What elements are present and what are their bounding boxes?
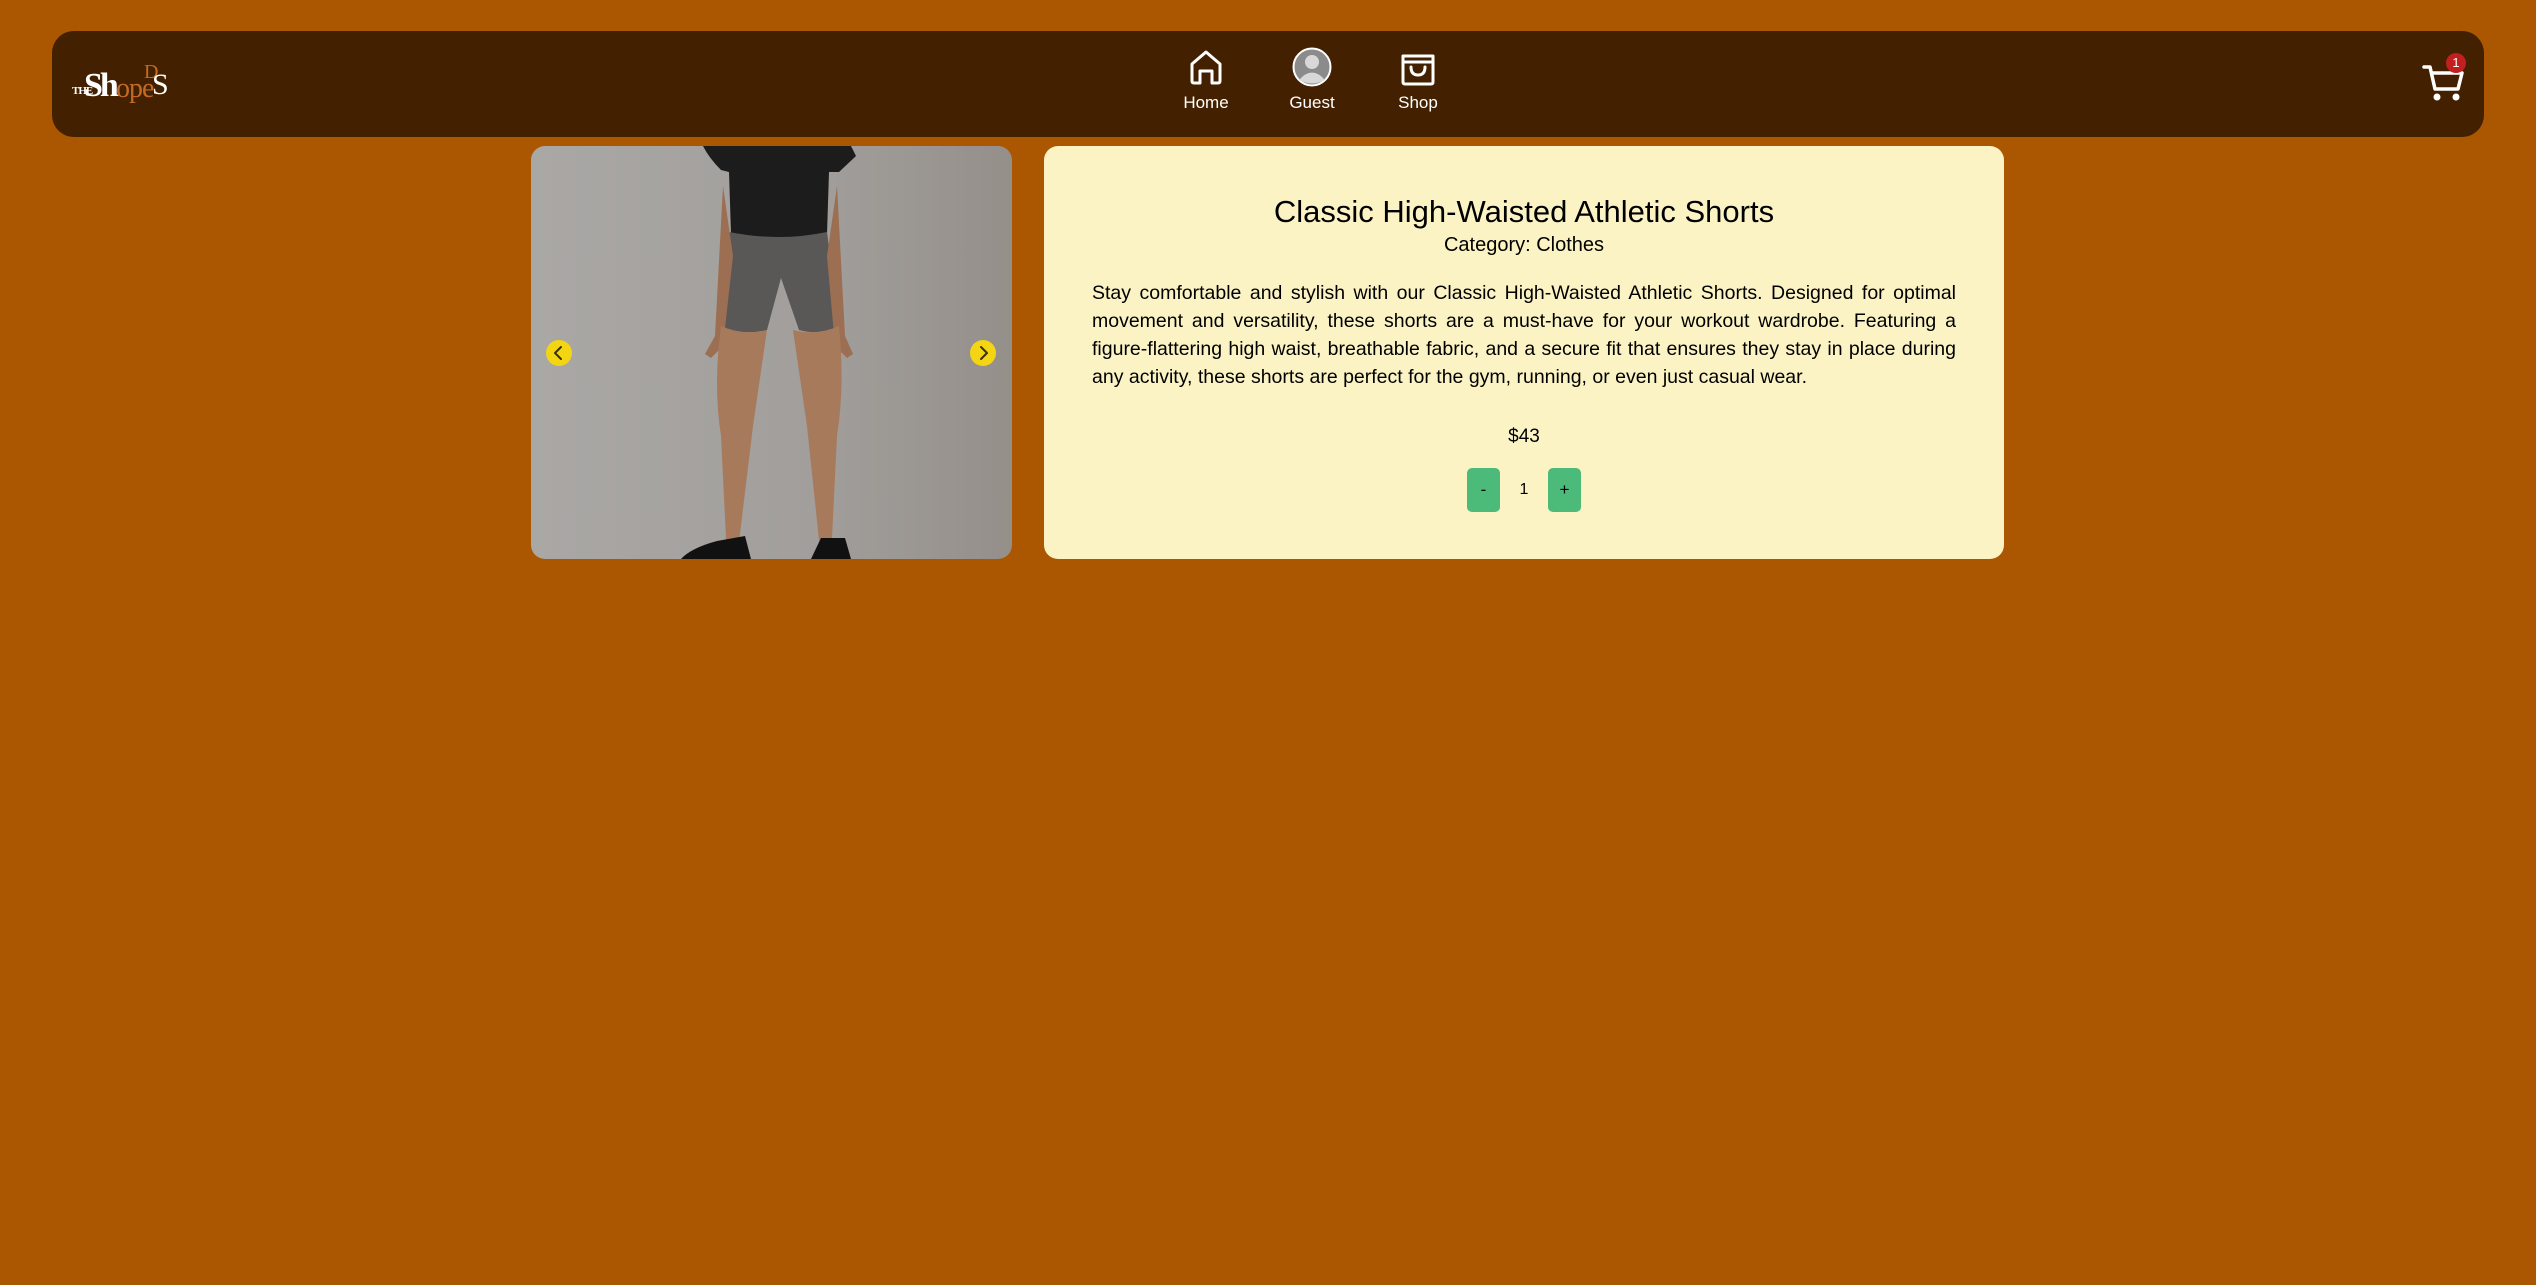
chevron-left-icon [554,346,562,360]
nav-guest[interactable]: Guest [1272,47,1352,127]
site-logo[interactable]: THE Sh ope D S [72,61,172,107]
product-photo [681,146,856,559]
home-icon [1190,50,1222,85]
increase-quantity-button[interactable]: + [1548,468,1581,512]
nav-shop-label: Shop [1398,93,1438,112]
navbar: THE Sh ope D S Home Guest Shop 1 [52,31,2484,137]
nav-links: Home Guest Shop [1166,47,1486,127]
nav-shop[interactable]: Shop [1378,47,1458,127]
nav-guest-label: Guest [1289,93,1335,112]
user-avatar-icon [1292,47,1332,87]
cart-count-badge: 1 [2446,53,2466,73]
product-title: Classic High-Waisted Athletic Shorts [1273,194,1775,229]
product-details-card: Classic High-Waisted Athletic Shorts Cat… [1044,146,2004,559]
product-image-carousel [531,146,1012,559]
product-category: Category: Clothes [1443,234,1605,256]
product-description: Stay comfortable and stylish with our Cl… [1092,282,1956,388]
quantity-stepper: - 1 + [1467,468,1581,512]
chevron-right-icon [980,346,988,360]
product-price: $43 [1508,426,1540,447]
shopping-bag-icon [1401,54,1435,86]
cart-button[interactable]: 1 [2422,53,2468,103]
carousel-next-button[interactable] [970,340,996,366]
nav-home-label: Home [1183,93,1229,112]
nav-home[interactable]: Home [1166,47,1246,127]
carousel-prev-button[interactable] [546,340,572,366]
decrease-quantity-button[interactable]: - [1467,468,1500,512]
quantity-value: 1 [1519,481,1529,498]
